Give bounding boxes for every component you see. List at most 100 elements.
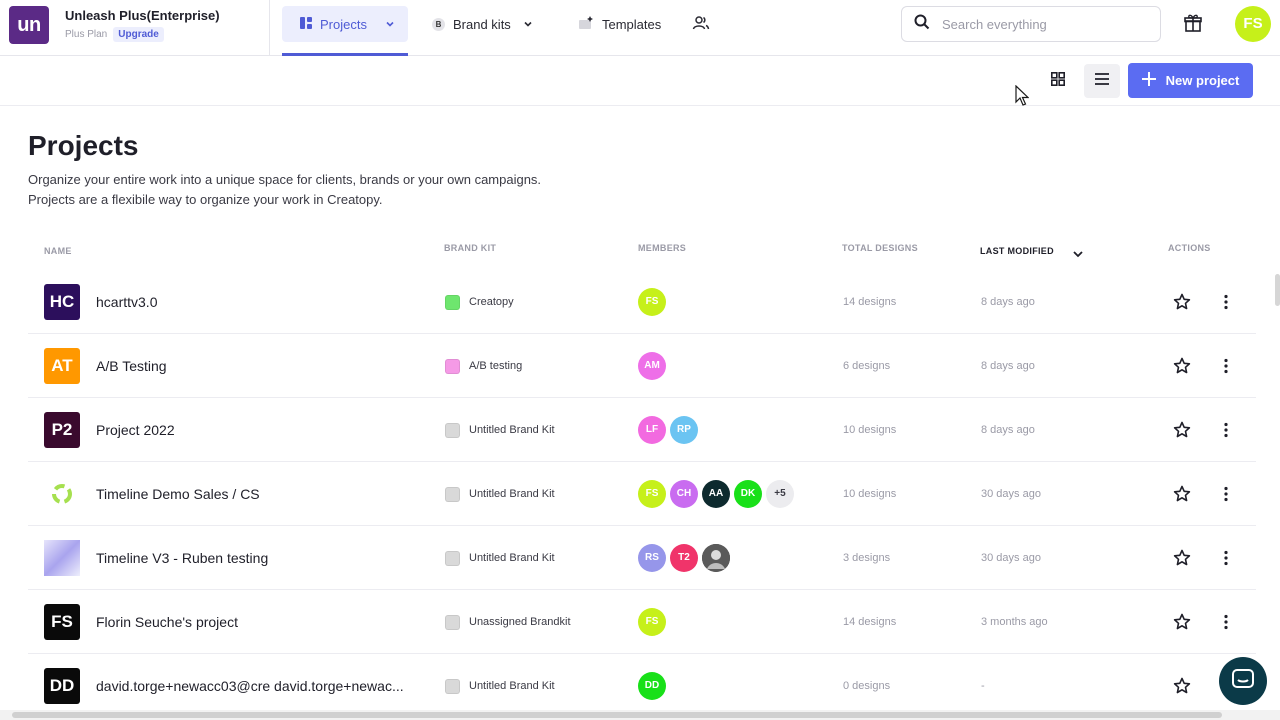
total-designs: 6 designs <box>843 360 891 372</box>
star-icon[interactable] <box>1173 293 1191 316</box>
member-avatar[interactable]: RP <box>670 416 698 444</box>
page-description: Organize your entire work into a unique … <box>28 170 541 210</box>
member-avatar[interactable]: DK <box>734 480 762 508</box>
member-avatar[interactable]: AA <box>702 480 730 508</box>
nav-projects-label: Projects <box>320 16 367 32</box>
member-avatar[interactable]: FS <box>638 288 666 316</box>
star-icon[interactable] <box>1173 357 1191 380</box>
more-options-icon[interactable] <box>1217 485 1235 508</box>
vertical-scrollbar[interactable] <box>1275 274 1280 306</box>
star-icon[interactable] <box>1173 677 1191 700</box>
project-thumbnail[interactable]: AT <box>44 348 80 384</box>
list-view-button[interactable] <box>1084 64 1120 98</box>
star-icon[interactable] <box>1173 421 1191 444</box>
more-options-icon[interactable] <box>1217 421 1235 444</box>
search-input[interactable] <box>942 16 1132 32</box>
table-row[interactable]: Timeline V3 - Ruben testing Untitled Bran… <box>28 526 1256 590</box>
total-designs: 10 designs <box>843 488 897 500</box>
member-avatar[interactable]: FS <box>638 608 666 636</box>
workspace-name: Unleash Plus(Enterprise) <box>65 8 220 23</box>
project-name[interactable]: david.torge+newacc03@cre david.torge+new… <box>96 678 404 694</box>
table-row[interactable]: AT A/B Testing A/B testing AM 6 designs 8 day… <box>28 334 1256 398</box>
horizontal-scrollbar-thumb[interactable] <box>12 712 1222 718</box>
star-icon[interactable] <box>1173 485 1191 508</box>
project-name[interactable]: A/B Testing <box>96 358 167 374</box>
grid-view-button[interactable] <box>1040 64 1076 98</box>
brand-kit-name: Untitled Brand Kit <box>469 552 555 564</box>
project-name[interactable]: Timeline V3 - Ruben testing <box>96 550 268 566</box>
table-row[interactable]: FS Florin Seuche's project Unassigned Bran… <box>28 590 1256 654</box>
more-options-icon[interactable] <box>1217 549 1235 572</box>
column-header-actions: ACTIONS <box>1168 243 1211 253</box>
brand-kit-swatch <box>445 551 460 566</box>
project-thumbnail[interactable]: FS <box>44 604 80 640</box>
brand-kit-name: Untitled Brand Kit <box>469 424 555 436</box>
project-name[interactable]: Timeline Demo Sales / CS <box>96 486 260 502</box>
chat-icon <box>1231 668 1255 695</box>
column-header-last-modified[interactable]: LAST MODIFIED <box>980 246 1054 256</box>
team-members-icon <box>692 15 710 34</box>
project-thumbnail[interactable] <box>44 540 80 576</box>
search-box[interactable] <box>901 6 1161 42</box>
brand-kit-swatch <box>445 487 460 502</box>
total-designs: 14 designs <box>843 296 897 308</box>
table-row[interactable]: P2 Project 2022 Untitled Brand Kit LF RP 10 d… <box>28 398 1256 462</box>
member-avatar[interactable]: CH <box>670 480 698 508</box>
plan-label: Plus Plan <box>65 29 108 40</box>
star-icon[interactable] <box>1173 549 1191 572</box>
members-list: DD <box>638 672 666 700</box>
sort-chevron-down-icon[interactable] <box>1072 246 1084 264</box>
nav-brand-kits[interactable]: B Brand kits <box>432 6 533 42</box>
project-name[interactable]: Project 2022 <box>96 422 175 438</box>
horizontal-scrollbar[interactable] <box>0 710 1280 720</box>
member-avatar[interactable] <box>702 544 730 572</box>
more-options-icon[interactable] <box>1217 613 1235 636</box>
member-avatar[interactable]: RS <box>638 544 666 572</box>
member-avatar[interactable]: FS <box>638 480 666 508</box>
member-avatar[interactable]: T2 <box>670 544 698 572</box>
more-options-icon[interactable] <box>1217 293 1235 316</box>
member-avatar[interactable]: DD <box>638 672 666 700</box>
column-header-brand-kit: BRAND KIT <box>444 243 497 253</box>
project-thumbnail[interactable]: DD <box>44 668 80 704</box>
table-row[interactable]: HC hcarttv3.0 Creatopy FS 14 designs 8 days a… <box>28 270 1256 334</box>
more-options-icon[interactable] <box>1217 357 1235 380</box>
gift-icon[interactable] <box>1183 13 1203 38</box>
members-list: FS <box>638 608 666 636</box>
project-thumbnail[interactable]: HC <box>44 284 80 320</box>
grid-view-icon <box>1051 71 1065 91</box>
support-chat-button[interactable] <box>1219 657 1267 705</box>
mouse-cursor-icon <box>1015 84 1030 112</box>
more-members-count[interactable]: +5 <box>766 480 794 508</box>
brand-kit-swatch <box>445 295 460 310</box>
workspace-switcher[interactable]: Unleash Plus(Enterprise) Plus Plan Upgra… <box>65 8 220 42</box>
table-row[interactable]: DD david.torge+newacc03@cre david.torge+n… <box>28 654 1256 718</box>
nav-team-members[interactable] <box>692 6 710 42</box>
project-thumbnail[interactable]: P2 <box>44 412 80 448</box>
search-icon <box>914 14 930 35</box>
upgrade-badge[interactable]: Upgrade <box>113 27 164 42</box>
total-designs: 14 designs <box>843 616 897 628</box>
last-modified: 8 days ago <box>981 360 1035 372</box>
member-avatar[interactable]: AM <box>638 352 666 380</box>
user-avatar[interactable]: FS <box>1235 6 1271 42</box>
nav-projects[interactable]: Projects <box>282 6 408 42</box>
nav-templates[interactable]: Templates <box>578 6 661 42</box>
chevron-down-icon <box>385 17 395 32</box>
last-modified: 8 days ago <box>981 424 1035 436</box>
app-logo[interactable]: un <box>9 6 49 44</box>
column-header-name[interactable]: NAME <box>44 246 72 256</box>
brand-kit-swatch <box>445 423 460 438</box>
last-modified: 8 days ago <box>981 296 1035 308</box>
star-icon[interactable] <box>1173 613 1191 636</box>
project-name[interactable]: hcarttv3.0 <box>96 294 157 310</box>
table-row[interactable]: Timeline Demo Sales / CS Untitled Brand K… <box>28 462 1256 526</box>
new-project-button[interactable]: New project <box>1128 63 1253 98</box>
last-modified: - <box>981 680 985 692</box>
top-header: un Unleash Plus(Enterprise) Plus Plan Up… <box>0 0 1280 56</box>
project-name[interactable]: Florin Seuche's project <box>96 614 238 630</box>
project-thumbnail[interactable] <box>44 476 80 512</box>
plus-icon <box>1141 72 1156 89</box>
member-avatar[interactable]: LF <box>638 416 666 444</box>
brand-kit-swatch <box>445 615 460 630</box>
